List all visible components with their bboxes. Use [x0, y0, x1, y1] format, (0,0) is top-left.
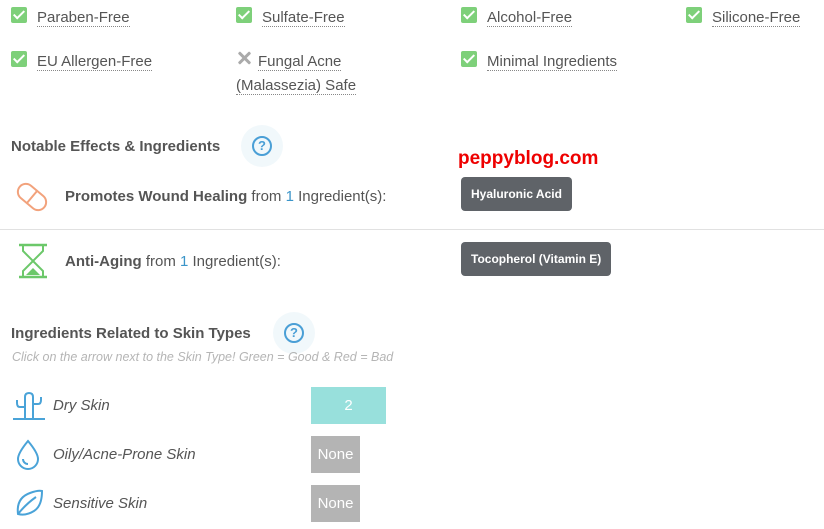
notable-title: Notable Effects & Ingredients	[11, 138, 221, 155]
ingredient-tag-tocopherol[interactable]: Tocopherol (Vitamin E)	[461, 242, 612, 276]
effect-count[interactable]: 1	[286, 188, 294, 205]
effect-name: Anti-Aging	[65, 253, 142, 270]
check-icon	[461, 51, 477, 67]
skin-types-title: Ingredients Related to Skin Types	[11, 325, 251, 342]
free-item-fungal-acne[interactable]: Fungal Acne (Malassezia) Safe	[236, 50, 357, 95]
skin-types-help-button[interactable]: ?	[273, 312, 315, 354]
bandage-icon	[16, 182, 48, 212]
skin-count-sensitive[interactable]: None	[311, 485, 360, 522]
free-item-silicone[interactable]: Silicone-Free	[686, 6, 801, 30]
free-label[interactable]: Minimal Ingredients	[487, 53, 618, 71]
effect-healing-text: Promotes Wound Healing from 1 Ingredient…	[65, 188, 387, 205]
skin-label-sensitive: Sensitive Skin	[53, 495, 148, 512]
check-icon	[461, 7, 477, 23]
effect-count[interactable]: 1	[180, 253, 188, 270]
oil-drop-icon	[16, 439, 40, 470]
free-label[interactable]: Silicone-Free	[712, 9, 801, 27]
effect-antiaging-text: Anti-Aging from 1 Ingredient(s):	[65, 253, 281, 270]
check-icon	[236, 7, 252, 23]
effect-name: Promotes Wound Healing	[65, 188, 248, 205]
free-label-line1[interactable]: Fungal Acne	[258, 53, 342, 71]
skin-types-note: Click on the arrow next to the Skin Type…	[12, 350, 394, 364]
notable-help-button[interactable]: ?	[241, 125, 283, 167]
free-label[interactable]: Alcohol-Free	[487, 9, 573, 27]
leaf-icon	[16, 489, 44, 516]
free-label[interactable]: EU Allergen-Free	[37, 53, 153, 71]
free-item-eu-allergen[interactable]: EU Allergen-Free	[11, 50, 153, 74]
watermark: peppyblog.com	[458, 148, 599, 169]
skin-count-oily[interactable]: None	[311, 436, 360, 473]
check-icon	[686, 7, 702, 23]
check-icon	[11, 51, 27, 67]
free-item-alcohol[interactable]: Alcohol-Free	[461, 6, 573, 30]
free-item-sulfate[interactable]: Sulfate-Free	[236, 6, 345, 30]
hourglass-icon	[19, 243, 47, 279]
free-label[interactable]: Paraben-Free	[37, 9, 130, 27]
free-item-paraben[interactable]: Paraben-Free	[11, 6, 130, 30]
free-label[interactable]: Sulfate-Free	[262, 9, 345, 27]
ingredient-tag-hyaluronic[interactable]: Hyaluronic Acid	[461, 177, 572, 211]
check-icon	[11, 7, 27, 23]
question-icon: ?	[284, 323, 304, 343]
skin-label-oily: Oily/Acne-Prone Skin	[53, 446, 196, 463]
free-item-minimal[interactable]: Minimal Ingredients	[461, 50, 618, 74]
divider	[0, 229, 824, 230]
cactus-icon	[13, 391, 45, 420]
skin-count-dry[interactable]: 2	[311, 387, 386, 424]
free-label-line2[interactable]: (Malassezia) Safe	[236, 77, 357, 95]
question-icon: ?	[252, 136, 272, 156]
skin-label-dry: Dry Skin	[53, 397, 110, 414]
